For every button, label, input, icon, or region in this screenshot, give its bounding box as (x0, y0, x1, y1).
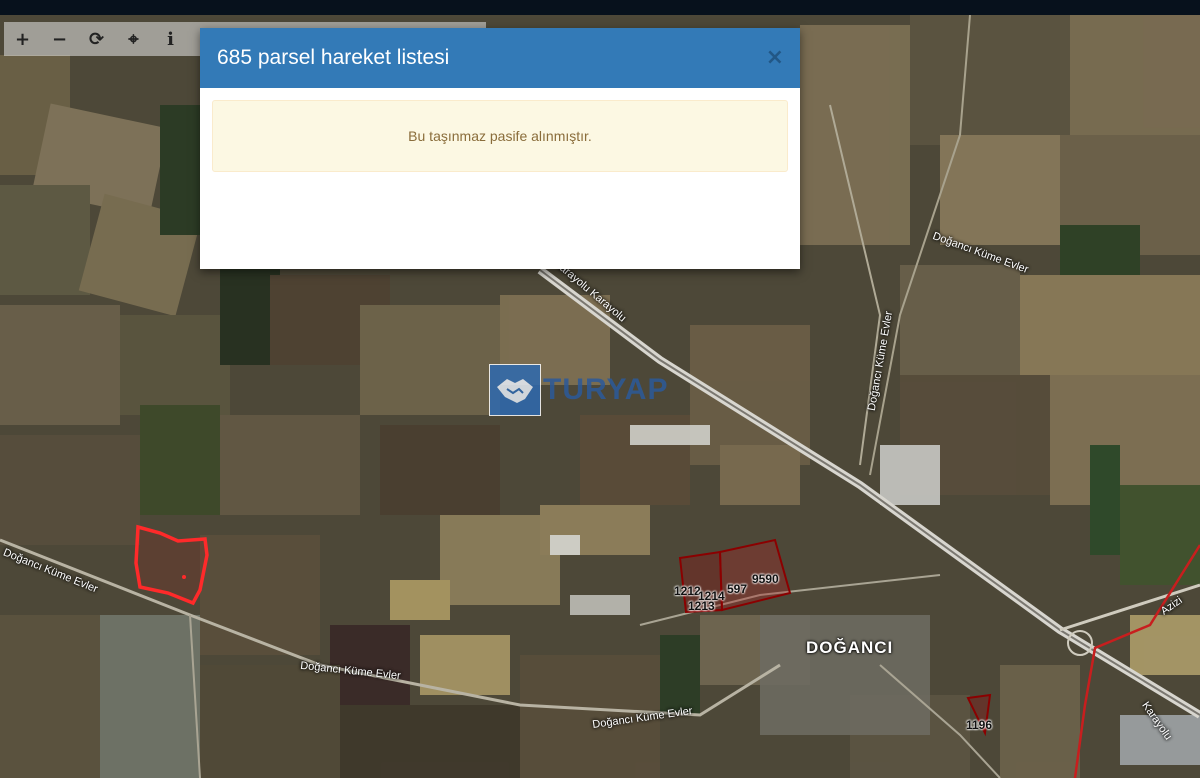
watermark-text: TURYAP (543, 373, 669, 406)
close-icon[interactable]: × (766, 45, 784, 70)
refresh-icon: ⟳ (88, 28, 105, 50)
alert-text: Bu taşınmaz pasife alınmıştır. (408, 128, 592, 144)
locate-icon: ⌖ (128, 28, 139, 50)
info-button[interactable]: i (152, 22, 189, 56)
place-label-doganci: DOĞANCI (806, 638, 894, 657)
modal-body: Bu taşınmaz pasife alınmıştır. (200, 88, 800, 184)
handshake-logo-icon (489, 364, 541, 416)
parcel-label-1196: 1196 (966, 718, 993, 732)
info-icon: i (167, 28, 174, 50)
zoom-out-button[interactable]: − (41, 22, 78, 56)
modal-header: 685 parsel hareket listesi × (200, 28, 800, 88)
warning-alert: Bu taşınmaz pasife alınmıştır. (212, 100, 788, 172)
parcel-history-modal: 685 parsel hareket listesi × Bu taşınmaz… (200, 28, 800, 269)
top-bar (0, 0, 1200, 15)
zoom-out-icon: − (51, 28, 68, 50)
zoom-in-icon: + (14, 28, 31, 50)
zoom-in-button[interactable]: + (4, 22, 41, 56)
parcel-label-597: 597 (727, 582, 748, 596)
locate-button[interactable]: ⌖ (115, 22, 152, 56)
refresh-button[interactable]: ⟳ (78, 22, 115, 56)
parcel-label-1213: 1213 (688, 599, 715, 613)
modal-title: 685 parsel hareket listesi (217, 46, 450, 69)
parcel-label-9590: 9590 (752, 572, 779, 586)
watermark: TURYAP (489, 364, 668, 416)
parcel-label-1212: 1212 (674, 584, 701, 598)
